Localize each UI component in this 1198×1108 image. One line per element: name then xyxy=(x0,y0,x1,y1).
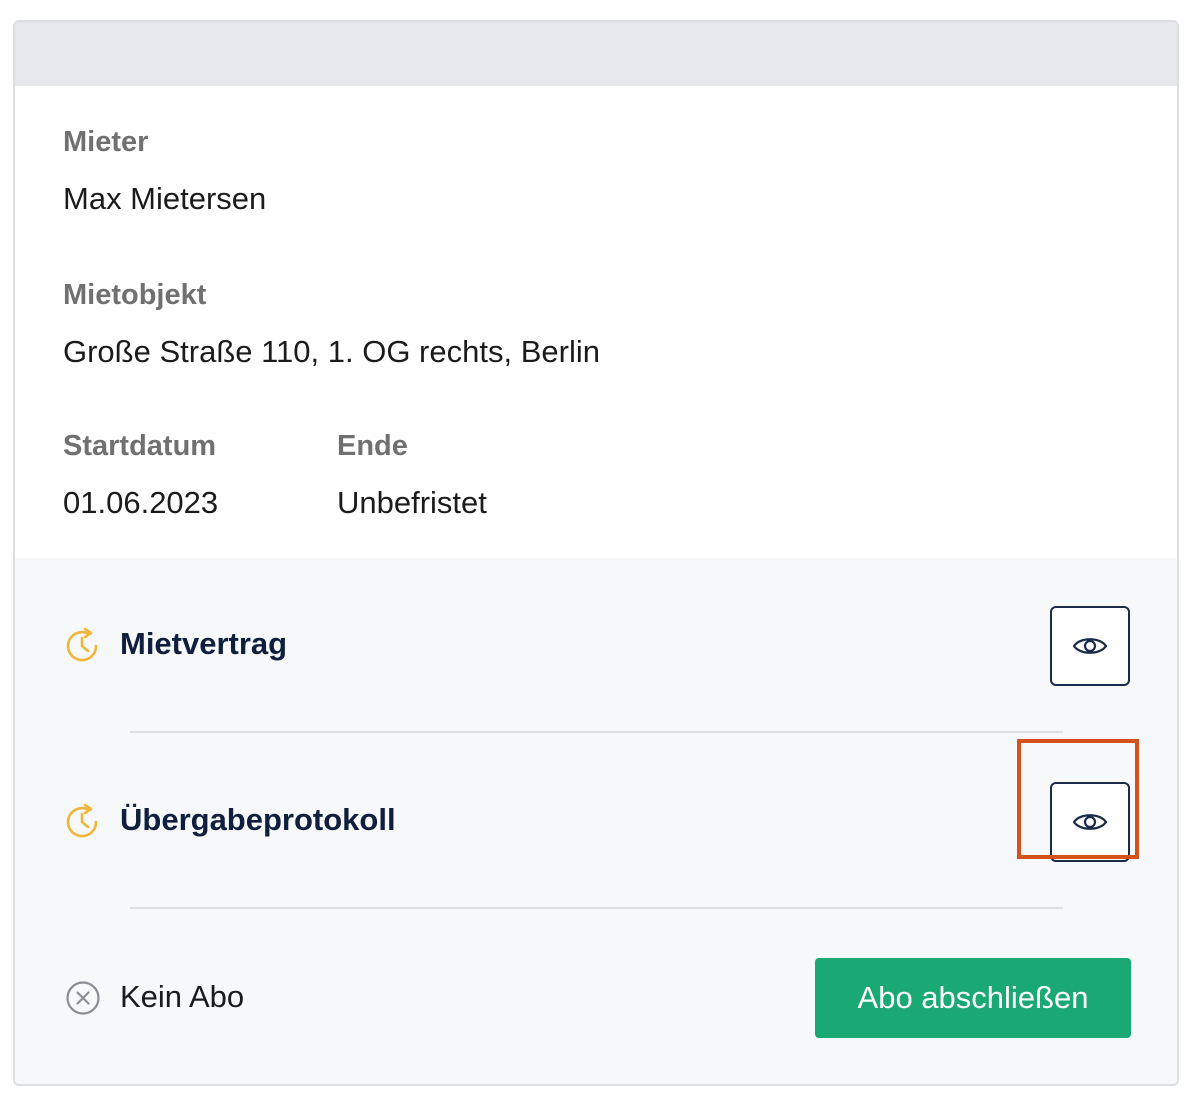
end-date-label: Ende xyxy=(337,430,408,462)
property-value: Große Straße 110, 1. OG rechts, Berlin xyxy=(63,334,600,369)
subscribe-button[interactable]: Abo abschließen xyxy=(815,958,1131,1038)
tenant-label: Mieter xyxy=(63,126,149,158)
subscription-row: Kein Abo Abo abschließen xyxy=(15,958,1177,1038)
divider xyxy=(130,731,1063,733)
clock-pending-icon xyxy=(66,627,98,662)
card-header xyxy=(15,22,1177,86)
view-uebergabeprotokoll-button[interactable] xyxy=(1050,782,1130,862)
contract-info-section: Mieter Max Mietersen Mietobjekt Große St… xyxy=(15,86,1177,558)
contract-card: Mieter Max Mietersen Mietobjekt Große St… xyxy=(13,20,1179,1086)
document-title: Übergabeprotokoll xyxy=(120,802,396,837)
view-mietvertrag-button[interactable] xyxy=(1050,606,1130,686)
clock-pending-icon xyxy=(66,803,98,838)
document-title: Mietvertrag xyxy=(120,626,288,661)
end-date-value: Unbefristet xyxy=(337,485,487,520)
property-label: Mietobjekt xyxy=(63,279,207,311)
subscription-status: Kein Abo xyxy=(120,979,245,1014)
eye-icon xyxy=(1072,638,1108,654)
tenant-value: Max Mietersen xyxy=(63,181,267,216)
divider xyxy=(130,907,1063,909)
documents-section: Mietvertrag Übergabeprotokoll Kein Abo A… xyxy=(15,558,1177,1084)
document-row-uebergabeprotokoll: Übergabeprotokoll xyxy=(15,782,1177,862)
document-row-mietvertrag: Mietvertrag xyxy=(15,606,1177,686)
eye-icon xyxy=(1072,814,1108,830)
x-circle-icon xyxy=(66,981,100,1015)
start-date-value: 01.06.2023 xyxy=(63,485,219,520)
start-date-label: Startdatum xyxy=(63,430,217,462)
